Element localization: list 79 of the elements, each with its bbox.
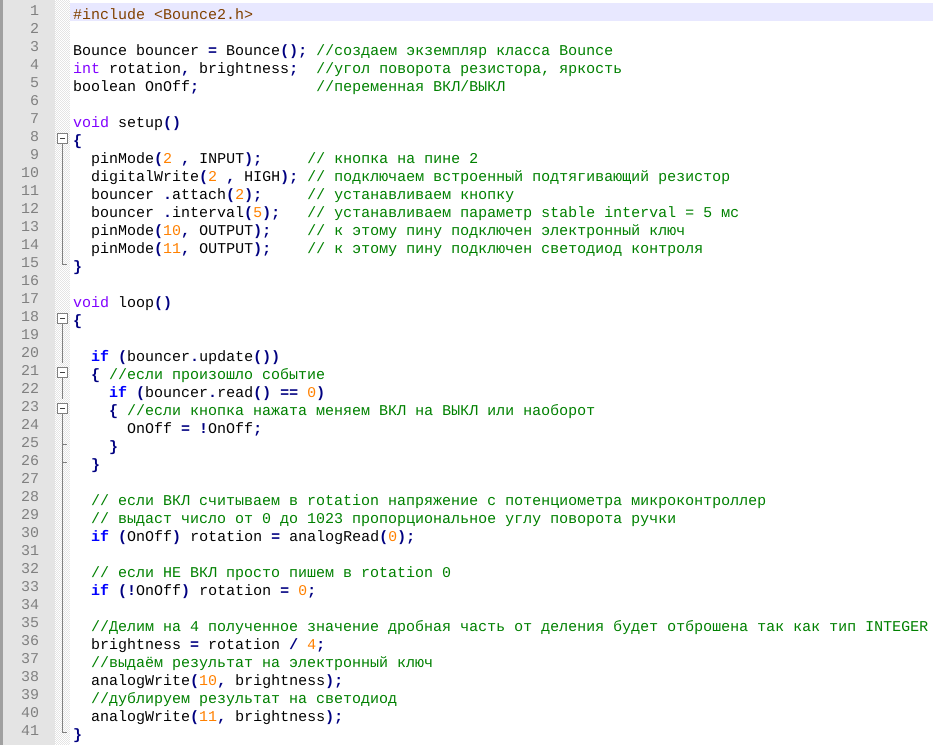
code-line: bouncer .interval(5); // устанавливаем параметр stable interval = 5 мс	[90, 205, 740, 222]
line-number: 29	[20, 507, 39, 525]
code-line: void setup()	[73, 115, 182, 132]
code-line: analogWrite(11, brightness);	[90, 709, 344, 726]
line-number: 7	[30, 111, 39, 129]
code-line: if (!OnOff) rotation = 0;	[90, 583, 316, 600]
line-number: 18	[20, 309, 39, 327]
code-line: {	[73, 313, 82, 330]
fold-collapse-icon[interactable]	[57, 313, 68, 327]
code-line: }	[73, 259, 82, 276]
code-line: void loop()	[73, 295, 172, 312]
line-number: 16	[20, 273, 39, 291]
code-line: if (OnOff) rotation = analogRead(0);	[90, 529, 416, 546]
code-line: int rotation, brightness; //угол поворота резистора, яркость	[73, 61, 622, 78]
line-number: 26	[20, 453, 39, 471]
code-line: brightness = rotation / 4;	[90, 637, 326, 654]
fold-collapse-icon[interactable]	[57, 133, 68, 147]
code-line: pinMode(2 , INPUT); // кнопка на пине 2	[90, 151, 478, 168]
code-line: if (bouncer.read() == 0)	[108, 385, 326, 402]
line-number: 13	[20, 219, 39, 237]
line-number: 11	[20, 183, 39, 201]
line-number: 14	[20, 237, 39, 255]
line-number: 8	[30, 129, 39, 147]
line-number: 41	[20, 723, 39, 741]
line-number: 20	[20, 345, 39, 363]
line-number: 39	[20, 687, 39, 705]
line-number: 24	[20, 417, 39, 435]
code-line: //выдаём результат на электронный ключ	[90, 655, 434, 672]
line-number: 6	[30, 93, 39, 111]
line-number: 4	[30, 57, 39, 75]
line-number: 9	[30, 147, 39, 165]
line-number: 35	[20, 615, 39, 633]
line-number: 25	[20, 435, 39, 453]
line-number: 3	[30, 39, 39, 57]
line-number: 12	[20, 201, 39, 219]
code-line: Bounce bouncer = Bounce(); //создаем экземпляр класса Bounce	[73, 43, 614, 60]
code-line: boolean OnOff; //переменная ВКЛ/ВЫКЛ	[73, 79, 506, 96]
code-line: }	[73, 727, 82, 744]
code-line: { //если произошло событие	[90, 367, 326, 384]
line-number: 32	[20, 561, 39, 579]
code-line: if (bouncer.update())	[90, 349, 280, 366]
line-number: 37	[20, 651, 39, 669]
line-number: 17	[20, 291, 39, 309]
line-number: 10	[20, 165, 39, 183]
line-number: 30	[20, 525, 39, 543]
line-number: 19	[20, 327, 39, 345]
fold-collapse-icon[interactable]	[57, 403, 68, 417]
fold-collapse-icon[interactable]	[57, 367, 68, 381]
code-line: digitalWrite(2 , HIGH); // подключаем встроенный подтягивающий резистор	[90, 169, 730, 186]
code-line: {	[73, 133, 82, 150]
line-number: 2	[30, 21, 39, 39]
code-line: }	[90, 457, 100, 474]
code-line: analogWrite(10, brightness);	[90, 673, 344, 690]
code-line: { //если кнопка нажата меняем ВКЛ на ВЫКЛ или наоборот	[108, 403, 596, 420]
line-number: 23	[20, 399, 39, 417]
code-line: pinMode(11, OUTPUT); // к этому пину подключен светодиод контроля	[90, 241, 704, 258]
line-number: 36	[20, 633, 39, 651]
code-line: // если НЕ ВКЛ просто пишем в rotation 0	[90, 565, 452, 582]
line-number: 28	[20, 489, 39, 507]
code-line: pinMode(10, OUTPUT); // к этому пину подключен электронный ключ	[90, 223, 686, 240]
code-line: // если ВКЛ считываем в rotation напряжение с потенциометра микроконтроллер	[90, 493, 766, 510]
code-line: // выдаст число от 0 до 1023 пропорциональное углу поворота ручки	[90, 511, 676, 528]
line-number: 27	[20, 471, 39, 489]
line-number: 40	[20, 705, 39, 723]
code-line: //Делим на 4 полученное значение дробная часть от деления будет отброшена так как тип INTEGER	[90, 619, 928, 636]
line-number: 33	[20, 579, 39, 597]
line-number: 5	[30, 75, 39, 93]
line-number: 15	[20, 255, 39, 273]
code-line: }	[108, 439, 118, 456]
line-number: 1	[30, 3, 39, 21]
code-line: #include <Bounce2.h>	[73, 7, 254, 24]
line-number: 34	[20, 597, 39, 615]
line-number: 22	[20, 381, 39, 399]
code-line: OnOff = !OnOff;	[126, 421, 262, 438]
line-number: 21	[20, 363, 39, 381]
line-number: 31	[20, 543, 39, 561]
code-line: bouncer .attach(2); // устанавливаем кнопку	[90, 187, 514, 204]
code-line: //дублируем результат на светодиод	[90, 691, 398, 708]
line-number: 38	[20, 669, 39, 687]
